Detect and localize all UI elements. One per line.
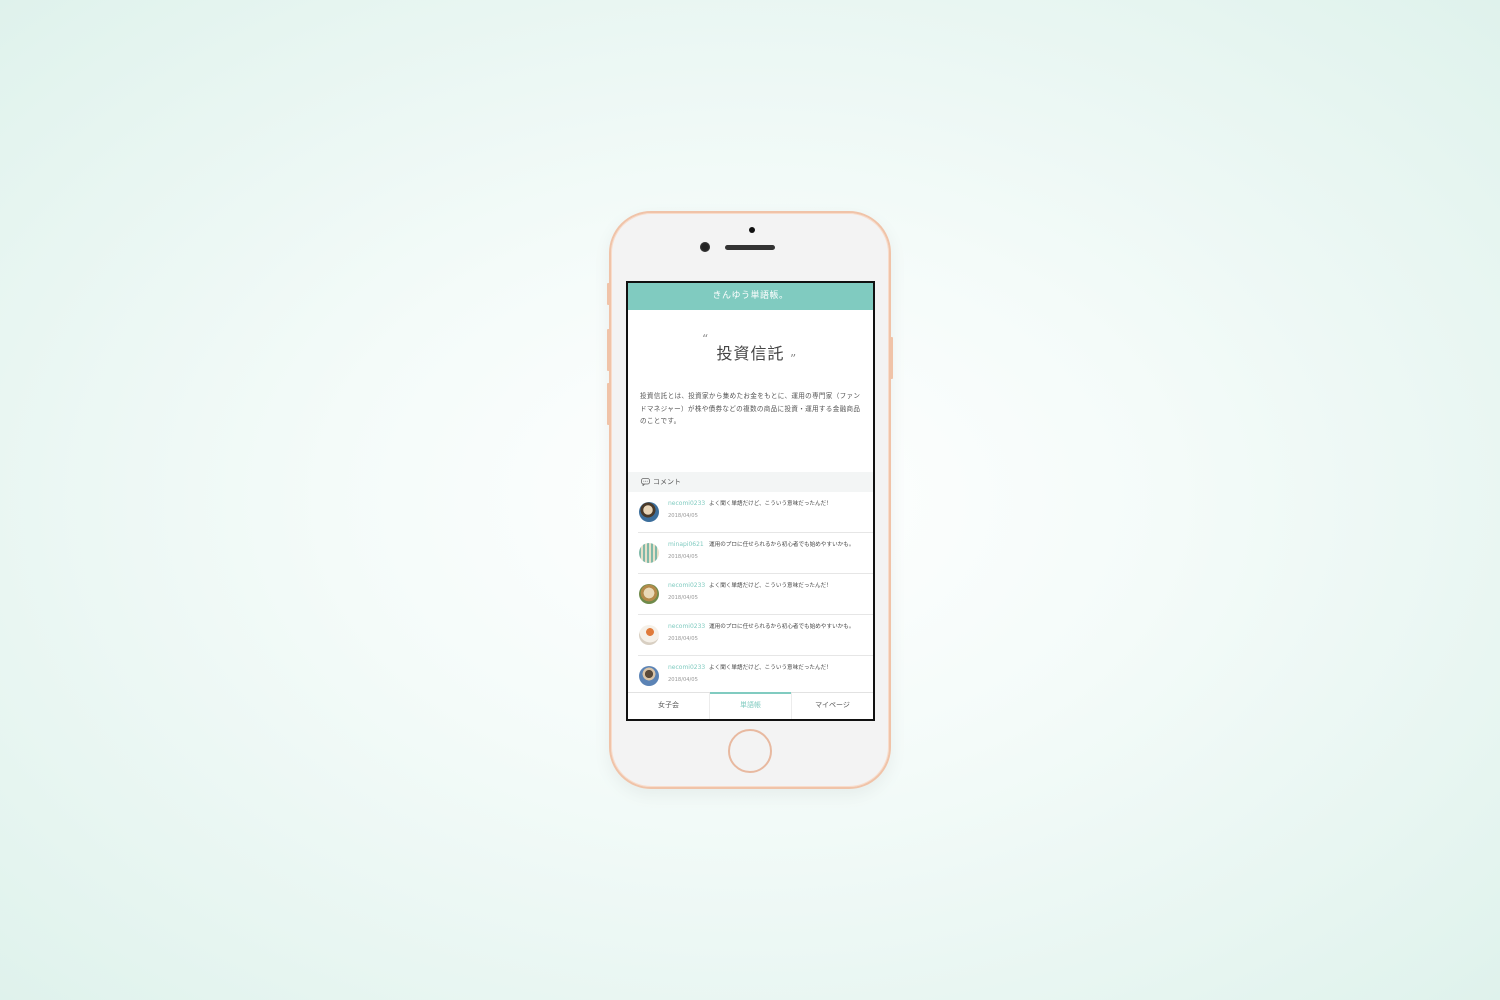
mute-switch [607, 283, 610, 305]
avatar[interactable] [639, 502, 659, 522]
sensor-dot [749, 227, 755, 233]
comment-text: よく聞く単語だけど、こういう意味だったんだ！ [709, 501, 832, 507]
speech-bubble-icon [641, 478, 650, 486]
tab-tangocho[interactable]: 単語帳 [709, 692, 791, 719]
comment-text: よく聞く単語だけど、こういう意味だったんだ！ [709, 583, 832, 589]
avatar[interactable] [639, 584, 659, 604]
phone-screen: きんゆう単語帳。 “ 投資信託 ” 投資信託とは、投資家から集めたお金をもとに、… [626, 281, 875, 721]
tab-mypage[interactable]: マイページ [791, 693, 873, 719]
avatar[interactable] [639, 625, 659, 645]
term-definition: 投資信託とは、投資家から集めたお金をもとに、運用の専門家（ファンドマネジャー）が… [640, 392, 861, 425]
comment-username[interactable]: necomi0233 [668, 623, 705, 630]
app-title: きんゆう単語帳。 [712, 291, 789, 301]
comment-username[interactable]: necomi0233 [668, 582, 705, 589]
volume-up-button [607, 329, 610, 371]
power-button [890, 337, 893, 379]
comment-text: よく聞く単語だけど、こういう意味だったんだ！ [709, 665, 832, 671]
comment-text: 運用のプロに任せられるから初心者でも始めやすいかも。 [709, 624, 855, 630]
comment-item[interactable]: minapi0621 運用のプロに任せられるから初心者でも始めやすいかも。 20… [638, 533, 873, 574]
comment-date: 2018/04/05 [668, 636, 698, 642]
comments-label: コメント [653, 478, 681, 486]
app-header: きんゆう単語帳。 [628, 283, 873, 310]
comment-date: 2018/04/05 [668, 554, 698, 560]
comment-date: 2018/04/05 [668, 513, 698, 519]
comment-item[interactable]: necomi0233 運用のプロに任せられるから初心者でも始めやすいかも。 20… [638, 615, 873, 656]
comment-item[interactable]: necomi0233 よく聞く単語だけど、こういう意味だったんだ！ 2018/0… [638, 574, 873, 615]
avatar[interactable] [639, 666, 659, 686]
volume-down-button [607, 383, 610, 425]
comment-date: 2018/04/05 [668, 595, 698, 601]
front-camera [700, 242, 710, 252]
comment-text: 運用のプロに任せられるから初心者でも始めやすいかも。 [709, 542, 855, 548]
phone-mockup: きんゆう単語帳。 “ 投資信託 ” 投資信託とは、投資家から集めたお金をもとに、… [607, 211, 893, 789]
comment-username[interactable]: necomi0233 [668, 500, 705, 507]
comment-item[interactable]: necomi0233 よく聞く単語だけど、こういう意味だったんだ！ 2018/0… [638, 656, 873, 697]
comment-date: 2018/04/05 [668, 677, 698, 683]
term-title: 投資信託 [716, 344, 785, 363]
comments-header: コメント [628, 472, 873, 492]
term-heading: “ 投資信託 ” [628, 310, 873, 374]
bottom-tab-bar: 女子会 単語帳 マイページ [628, 692, 873, 719]
quote-close-mark: ” [790, 352, 797, 366]
avatar[interactable] [639, 543, 659, 563]
earpiece-speaker [725, 245, 775, 250]
comment-username[interactable]: minapi0621 [668, 541, 704, 548]
comment-item[interactable]: necomi0233 よく聞く単語だけど、こういう意味だったんだ！ 2018/0… [638, 492, 873, 533]
comment-username[interactable]: necomi0233 [668, 664, 705, 671]
home-button[interactable] [728, 729, 772, 773]
tab-joshikai[interactable]: 女子会 [628, 693, 709, 719]
